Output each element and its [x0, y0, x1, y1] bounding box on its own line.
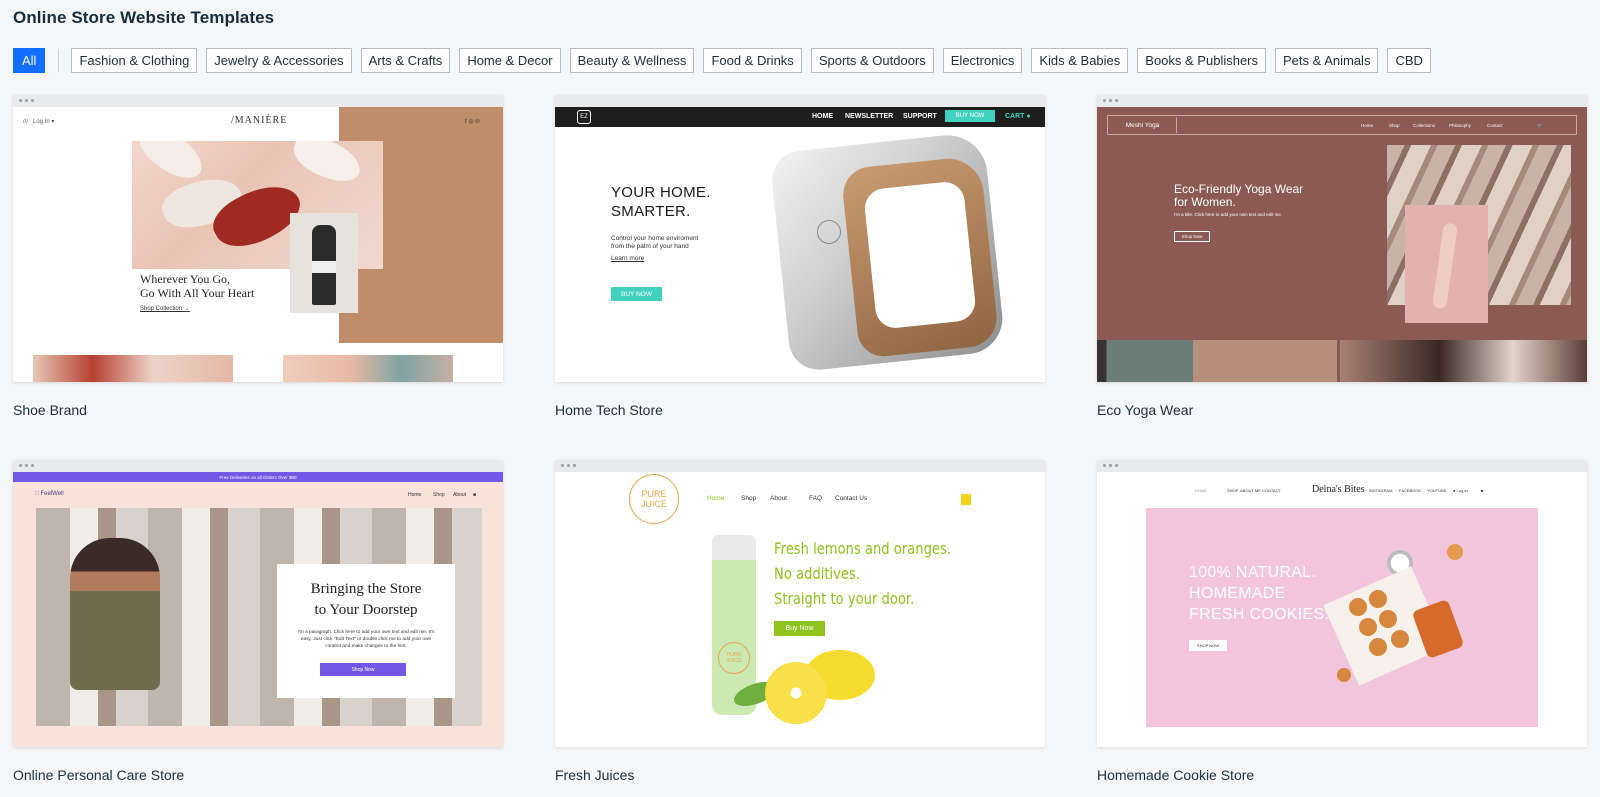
filter-home-decor[interactable]: Home & Decor — [459, 48, 561, 73]
browser-bar — [555, 95, 1045, 107]
template-preview[interactable]: PURE JUICE Home Shop About FAQ Contact Us… — [555, 460, 1045, 747]
template-card-eco-yoga-wear[interactable]: Meshi Yoga Home Shop Collections Philoso… — [1097, 95, 1587, 418]
bag-icon — [961, 494, 971, 505]
preview-logo: ∷ FeelWell — [35, 491, 64, 497]
filter-electronics[interactable]: Electronics — [942, 48, 1023, 73]
template-name[interactable]: Fresh Juices — [555, 767, 1045, 783]
browser-bar — [13, 95, 503, 107]
template-name[interactable]: Eco Yoga Wear — [1097, 402, 1587, 418]
cart-icon: CART ● — [1005, 113, 1031, 120]
preview-logo: EZ — [577, 110, 591, 124]
preview-screen: PURE JUICE Home Shop About FAQ Contact Us… — [555, 472, 1045, 747]
template-preview[interactable]: /// Log In ▾ /MANIÈRE f ◎ ℗ Wherever You… — [13, 95, 503, 382]
template-preview[interactable]: EZ HOME NEWSLETTER SUPPORT BUY NOW CART … — [555, 95, 1045, 382]
bag-icon: ■ — [1481, 488, 1484, 493]
user-icon: ● Log In — [1453, 488, 1468, 493]
category-filters: All Fashion & Clothing Jewelry & Accesso… — [13, 48, 1440, 73]
preview-screen: Meshi Yoga Home Shop Collections Philoso… — [1097, 107, 1587, 382]
template-preview[interactable]: HOME SHOP ABOUT ME CONTACT Deina's Bites… — [1097, 460, 1587, 747]
preview-screen: EZ HOME NEWSLETTER SUPPORT BUY NOW CART … — [555, 107, 1045, 382]
template-card-homemade-cookie-store[interactable]: HOME SHOP ABOUT ME CONTACT Deina's Bites… — [1097, 460, 1587, 783]
preview-screen: HOME SHOP ABOUT ME CONTACT Deina's Bites… — [1097, 472, 1587, 747]
browser-bar — [1097, 460, 1587, 472]
template-name[interactable]: Shoe Brand — [13, 402, 503, 418]
template-name[interactable]: Online Personal Care Store — [13, 767, 503, 783]
preview-headline: Wherever You Go, Go With All Your Heart — [140, 272, 255, 300]
preview-button: Buy Now — [774, 621, 825, 636]
preview-logo: PURE JUICE — [629, 474, 679, 524]
preview-button: BUY NOW — [611, 287, 662, 301]
browser-bar — [1097, 95, 1587, 107]
filter-cbd[interactable]: CBD — [1387, 48, 1431, 73]
preview-button: Shop Now — [320, 663, 406, 676]
filter-arts-crafts[interactable]: Arts & Crafts — [360, 48, 451, 73]
preview-button: SHOP NOW — [1189, 640, 1227, 651]
social-icons: f ◎ ℗ — [465, 119, 480, 125]
preview-headline: Eco-Friendly Yoga Wear for Women. — [1174, 182, 1304, 209]
filter-books-publishers[interactable]: Books & Publishers — [1137, 48, 1267, 73]
template-card-shoe-brand[interactable]: /// Log In ▾ /MANIÈRE f ◎ ℗ Wherever You… — [13, 95, 503, 418]
template-card-home-tech-store[interactable]: EZ HOME NEWSLETTER SUPPORT BUY NOW CART … — [555, 95, 1045, 418]
browser-bar — [13, 460, 503, 472]
filter-fashion-clothing[interactable]: Fashion & Clothing — [71, 48, 198, 73]
preview-headline: 100% NATURAL. HOMEMADE FRESH COOKIES. — [1189, 564, 1330, 623]
promo-banner: Free Deliveries on all Orders Over $50 — [13, 472, 503, 482]
preview-nav: EZ HOME NEWSLETTER SUPPORT BUY NOW CART … — [555, 107, 1045, 127]
template-name[interactable]: Home Tech Store — [555, 402, 1045, 418]
template-name[interactable]: Homemade Cookie Store — [1097, 767, 1587, 783]
preview-headline: Fresh lemons and oranges. No additives. … — [774, 539, 951, 608]
template-card-online-personal-care-store[interactable]: Free Deliveries on all Orders Over $50 ∷… — [13, 460, 503, 783]
shopper-figure — [70, 538, 160, 690]
page-title: Online Store Website Templates — [13, 8, 275, 27]
template-preview[interactable]: Free Deliveries on all Orders Over $50 ∷… — [13, 460, 503, 747]
preview-button: Shop Now — [1174, 231, 1210, 242]
preview-logo: Meshi Yoga — [1109, 117, 1177, 133]
preview-cta: Shop Collection → — [140, 306, 190, 312]
preview-nav: /// Log In ▾ — [23, 119, 55, 125]
preview-headline: Bringing the Store to Your Doorstep — [310, 581, 422, 618]
filter-food-drinks[interactable]: Food & Drinks — [703, 48, 802, 73]
bottle-label: PURE JUICE — [718, 642, 750, 674]
browser-bar — [555, 460, 1045, 472]
template-card-fresh-juices[interactable]: PURE JUICE Home Shop About FAQ Contact Us… — [555, 460, 1045, 783]
model-photo — [290, 213, 358, 313]
preview-logo: Deina's Bites — [1312, 484, 1365, 495]
filter-divider — [58, 49, 60, 72]
filter-jewelry-accessories[interactable]: Jewelry & Accessories — [206, 48, 352, 73]
bag-icon: ■ — [473, 492, 477, 498]
cart-icon: 🛒 — [1537, 123, 1543, 128]
filter-sports-outdoors[interactable]: Sports & Outdoors — [810, 48, 934, 73]
preview-headline: YOUR HOME. SMARTER. — [611, 184, 711, 220]
preview-screen: /// Log In ▾ /MANIÈRE f ◎ ℗ Wherever You… — [13, 107, 503, 382]
lemon-image — [765, 662, 827, 724]
yoga-photo — [1405, 205, 1488, 323]
template-preview[interactable]: Meshi Yoga Home Shop Collections Philoso… — [1097, 95, 1587, 382]
preview-screen: Free Deliveries on all Orders Over $50 ∷… — [13, 472, 503, 747]
filter-kids-babies[interactable]: Kids & Babies — [1031, 48, 1129, 73]
preview-logo: /MANIÈRE — [231, 115, 288, 126]
filter-all[interactable]: All — [13, 48, 46, 73]
filter-pets-animals[interactable]: Pets & Animals — [1275, 48, 1379, 73]
filter-beauty-wellness[interactable]: Beauty & Wellness — [569, 48, 695, 73]
